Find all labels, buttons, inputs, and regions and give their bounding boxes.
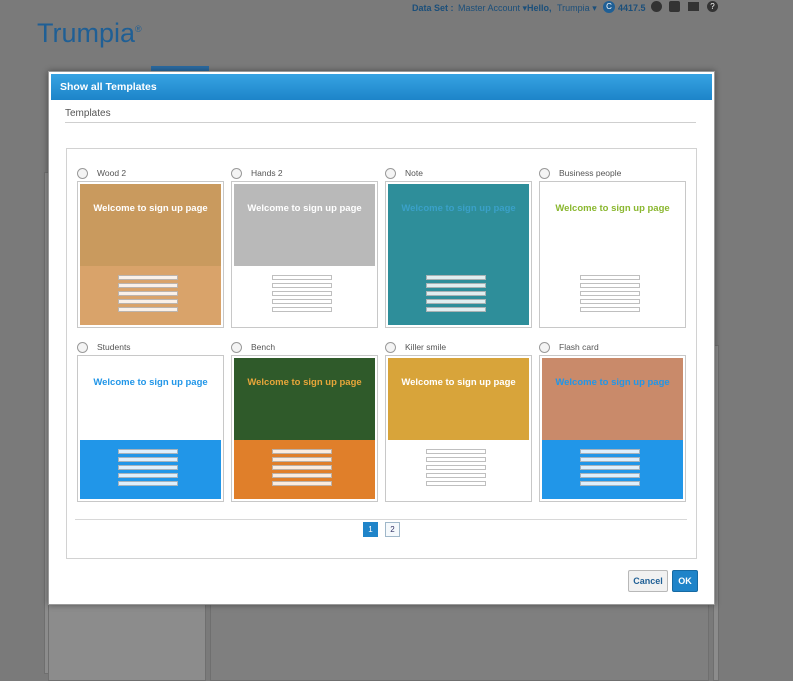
form-lines	[272, 446, 332, 489]
template-hero-image: Welcome to sign up page	[542, 358, 683, 440]
template-header: Flash card	[539, 340, 686, 354]
template-card[interactable]: Wood 2 Welcome to sign up page	[77, 166, 224, 328]
template-form-preview	[80, 266, 221, 325]
trumpia-logo[interactable]: Trumpia®	[37, 18, 142, 49]
form-lines	[426, 272, 486, 315]
page-1-button[interactable]: 1	[362, 522, 378, 537]
ok-button[interactable]: OK	[672, 570, 698, 592]
user-menu[interactable]: Trumpia ▾	[557, 3, 597, 14]
template-name: Wood 2	[97, 168, 127, 178]
inbox-icon[interactable]	[669, 1, 680, 12]
template-header: Hands 2	[231, 166, 378, 180]
template-form-preview	[388, 440, 529, 499]
template-hero-image: Welcome to sign up page	[80, 184, 221, 266]
templates-grid: 1 2 Wood 2 Welcome to sign up page Hands 2…	[66, 148, 697, 559]
template-thumbnail[interactable]: Welcome to sign up page	[539, 355, 686, 502]
template-thumbnail[interactable]: Welcome to sign up page	[385, 181, 532, 328]
template-hero-image: Welcome to sign up page	[234, 358, 375, 440]
form-lines	[272, 272, 332, 315]
top-bar: Data Set : Master Account ▾ Hello, Trump…	[0, 0, 793, 20]
template-form-preview	[542, 266, 683, 325]
form-lines	[118, 272, 178, 315]
template-card[interactable]: Killer smile Welcome to sign up page	[385, 340, 532, 502]
template-headline: Welcome to sign up page	[401, 203, 516, 214]
template-headline: Welcome to sign up page	[93, 203, 208, 214]
template-headline: Welcome to sign up page	[247, 377, 362, 388]
template-hero-image: Welcome to sign up page	[234, 184, 375, 266]
template-radio[interactable]	[231, 167, 242, 179]
template-name: Note	[405, 168, 423, 178]
credit-icon: C	[603, 1, 615, 13]
template-headline: Welcome to sign up page	[401, 377, 516, 388]
template-name: Killer smile	[405, 342, 447, 352]
template-headline: Welcome to sign up page	[555, 377, 670, 388]
section-title: Templates	[65, 108, 111, 119]
template-radio[interactable]	[77, 341, 88, 353]
template-name: Business people	[559, 168, 622, 178]
templates-modal: Show all Templates Templates 1 2 Wood 2W…	[48, 71, 715, 605]
form-lines	[580, 272, 640, 315]
template-name: Bench	[251, 342, 276, 352]
hello-text: Hello,	[527, 3, 552, 13]
page-2-button[interactable]: 2	[385, 522, 401, 537]
template-radio[interactable]	[385, 341, 396, 353]
dataset-label: Data Set :	[412, 3, 454, 13]
form-lines	[580, 446, 640, 489]
template-card[interactable]: Business people Welcome to sign up page	[539, 166, 686, 328]
template-card[interactable]: Students Welcome to sign up page	[77, 340, 224, 502]
template-name: Flash card	[559, 342, 599, 352]
template-header: Bench	[231, 340, 378, 354]
section-divider	[65, 122, 696, 123]
template-headline: Welcome to sign up page	[555, 203, 670, 214]
template-header: Killer smile	[385, 340, 532, 354]
form-lines	[426, 446, 486, 489]
form-lines	[118, 446, 178, 489]
template-radio[interactable]	[77, 167, 88, 179]
template-hero-image: Welcome to sign up page	[388, 184, 529, 266]
pagination: 1 2	[67, 522, 696, 537]
template-card[interactable]: Hands 2 Welcome to sign up page	[231, 166, 378, 328]
template-header: Business people	[539, 166, 686, 180]
template-card[interactable]: Bench Welcome to sign up page	[231, 340, 378, 502]
template-hero-image: Welcome to sign up page	[542, 184, 683, 266]
template-name: Hands 2	[251, 168, 283, 178]
template-thumbnail[interactable]: Welcome to sign up page	[385, 355, 532, 502]
dataset-select[interactable]: Master Account ▾	[458, 3, 527, 14]
template-header: Students	[77, 340, 224, 354]
help-icon[interactable]: ?	[707, 1, 718, 12]
training-icon[interactable]	[688, 2, 699, 11]
cancel-button[interactable]: Cancel	[628, 570, 668, 592]
template-name: Students	[97, 342, 131, 352]
template-thumbnail[interactable]: Welcome to sign up page	[539, 181, 686, 328]
template-form-preview	[234, 266, 375, 325]
modal-title: Show all Templates	[51, 74, 712, 100]
template-form-preview	[80, 440, 221, 499]
template-thumbnail[interactable]: Welcome to sign up page	[77, 355, 224, 502]
template-card[interactable]: Flash card Welcome to sign up page	[539, 340, 686, 502]
background-panel-sidebar	[48, 603, 206, 681]
template-card[interactable]: Note Welcome to sign up page	[385, 166, 532, 328]
template-headline: Welcome to sign up page	[93, 377, 208, 388]
template-radio[interactable]	[385, 167, 396, 179]
template-radio[interactable]	[539, 341, 550, 353]
template-radio[interactable]	[231, 341, 242, 353]
template-header: Note	[385, 166, 532, 180]
background-panel-main	[210, 603, 709, 681]
template-form-preview	[234, 440, 375, 499]
template-hero-image: Welcome to sign up page	[80, 358, 221, 440]
template-form-preview	[542, 440, 683, 499]
credit-balance: 4417.5	[618, 3, 646, 13]
template-form-preview	[388, 266, 529, 325]
template-thumbnail[interactable]: Welcome to sign up page	[77, 181, 224, 328]
template-headline: Welcome to sign up page	[247, 203, 362, 214]
template-thumbnail[interactable]: Welcome to sign up page	[231, 355, 378, 502]
template-header: Wood 2	[77, 166, 224, 180]
template-radio[interactable]	[539, 167, 550, 179]
template-hero-image: Welcome to sign up page	[388, 358, 529, 440]
pager-divider	[75, 519, 687, 520]
chat-icon[interactable]	[651, 1, 662, 12]
template-thumbnail[interactable]: Welcome to sign up page	[231, 181, 378, 328]
